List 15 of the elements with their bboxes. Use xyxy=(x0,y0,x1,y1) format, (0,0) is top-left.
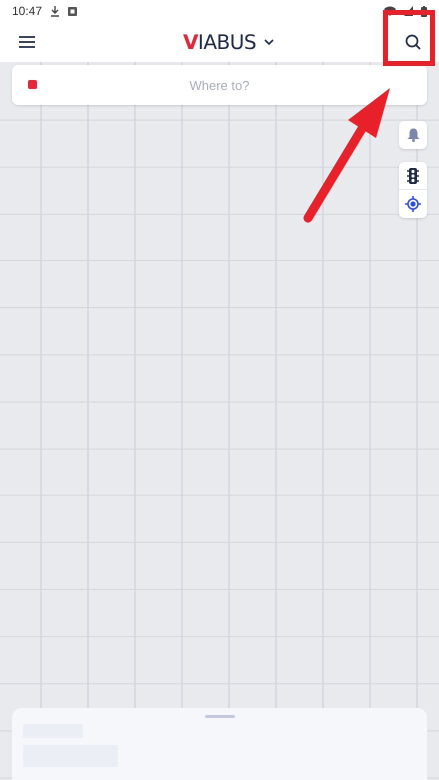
wifi-icon xyxy=(384,6,396,16)
notification-icon xyxy=(68,6,78,16)
chevron-down-icon[interactable] xyxy=(264,39,274,45)
locate-icon xyxy=(405,196,421,212)
traffic-light-icon xyxy=(407,168,419,184)
download-icon xyxy=(50,6,60,16)
notification-button[interactable] xyxy=(399,121,427,149)
app-logo: VIABUS xyxy=(182,29,256,56)
status-time: 10:47 xyxy=(12,3,42,20)
destination-marker-icon xyxy=(28,80,37,89)
search-field[interactable]: Where to? xyxy=(12,65,427,105)
bell-icon xyxy=(406,128,420,142)
highlight-frame xyxy=(383,10,435,66)
drag-handle[interactable] xyxy=(204,715,234,718)
search-icon xyxy=(405,34,421,50)
